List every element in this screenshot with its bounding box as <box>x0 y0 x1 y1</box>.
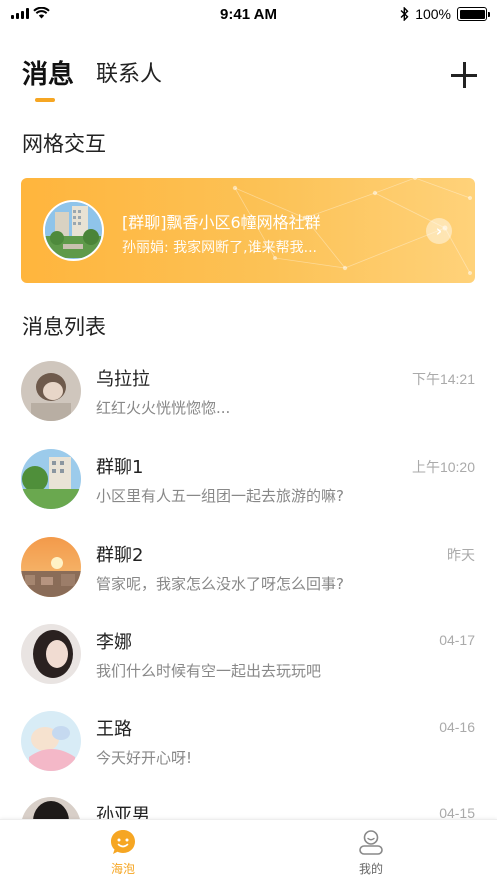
tab-contacts[interactable]: 联系人 <box>96 58 162 92</box>
status-right: 100% <box>400 6 490 22</box>
chevron-right-icon[interactable]: › <box>426 218 452 244</box>
add-button[interactable] <box>451 62 477 88</box>
list-item[interactable]: 群聊1 小区里有人五一组团一起去旅游的嘛? 上午10:20 <box>0 449 497 535</box>
avatar <box>21 624 81 684</box>
battery-percent: 100% <box>415 6 451 22</box>
message-time: 下午14:21 <box>411 371 475 387</box>
status-bar: 9:41 AM 100% <box>0 0 497 30</box>
message-name: 乌拉拉 <box>96 369 150 390</box>
nav-item-home[interactable]: 海泡 <box>83 828 163 877</box>
bluetooth-icon <box>400 7 409 21</box>
message-time: 上午10:20 <box>411 459 475 475</box>
nav-item-me[interactable]: 我的 <box>331 828 411 877</box>
group-chat-card[interactable]: [群聊]飘香小区6幢网格社群 孙丽娟: 我家网断了,谁来帮我... › <box>21 178 475 283</box>
message-preview: 红红火火恍恍惚惚... <box>96 399 231 417</box>
message-name: 李娜 <box>96 632 132 653</box>
user-icon <box>359 830 383 855</box>
group-avatar <box>43 200 104 261</box>
card-subtitle: 孙丽娟: 我家网断了,谁来帮我... <box>122 240 317 256</box>
nav-label-me: 我的 <box>358 862 383 876</box>
avatar <box>21 537 81 597</box>
nav-label-home: 海泡 <box>110 862 135 876</box>
message-time: 04-16 <box>439 719 475 735</box>
message-preview: 小区里有人五一组团一起去旅游的嘛? <box>96 487 344 505</box>
message-time: 04-17 <box>439 632 475 648</box>
header-tabs: 消息 联系人 <box>22 58 162 102</box>
message-name: 群聊1 <box>96 457 144 478</box>
chat-bubble-icon <box>111 830 135 854</box>
list-item[interactable]: 王路 今天好开心呀! 04-16 <box>0 711 497 797</box>
list-item[interactable]: 乌拉拉 红红火火恍恍惚惚... 下午14:21 <box>0 361 497 447</box>
message-time: 昨天 <box>447 547 475 563</box>
list-item[interactable]: 群聊2 管家呢，我家怎么没水了呀怎么回事? 昨天 <box>0 537 497 623</box>
message-name: 王路 <box>96 719 132 740</box>
message-preview: 我们什么时候有空一起出去玩玩吧 <box>96 662 322 680</box>
bottom-nav: 海泡 我的 <box>0 819 497 883</box>
section-title-messages: 消息列表 <box>22 315 106 339</box>
avatar <box>21 449 81 509</box>
avatar <box>21 711 81 771</box>
section-title-grid: 网格交互 <box>22 132 106 156</box>
tab-messages[interactable]: 消息 <box>22 58 74 102</box>
battery-icon <box>457 7 490 21</box>
card-title: [群聊]飘香小区6幢网格社群 <box>122 213 321 232</box>
avatar <box>21 361 81 421</box>
message-name: 群聊2 <box>96 545 144 566</box>
message-preview: 今天好开心呀! <box>96 749 193 767</box>
list-item[interactable]: 李娜 我们什么时候有空一起出去玩玩吧 04-17 <box>0 624 497 710</box>
message-preview: 管家呢，我家怎么没水了呀怎么回事? <box>96 575 344 593</box>
